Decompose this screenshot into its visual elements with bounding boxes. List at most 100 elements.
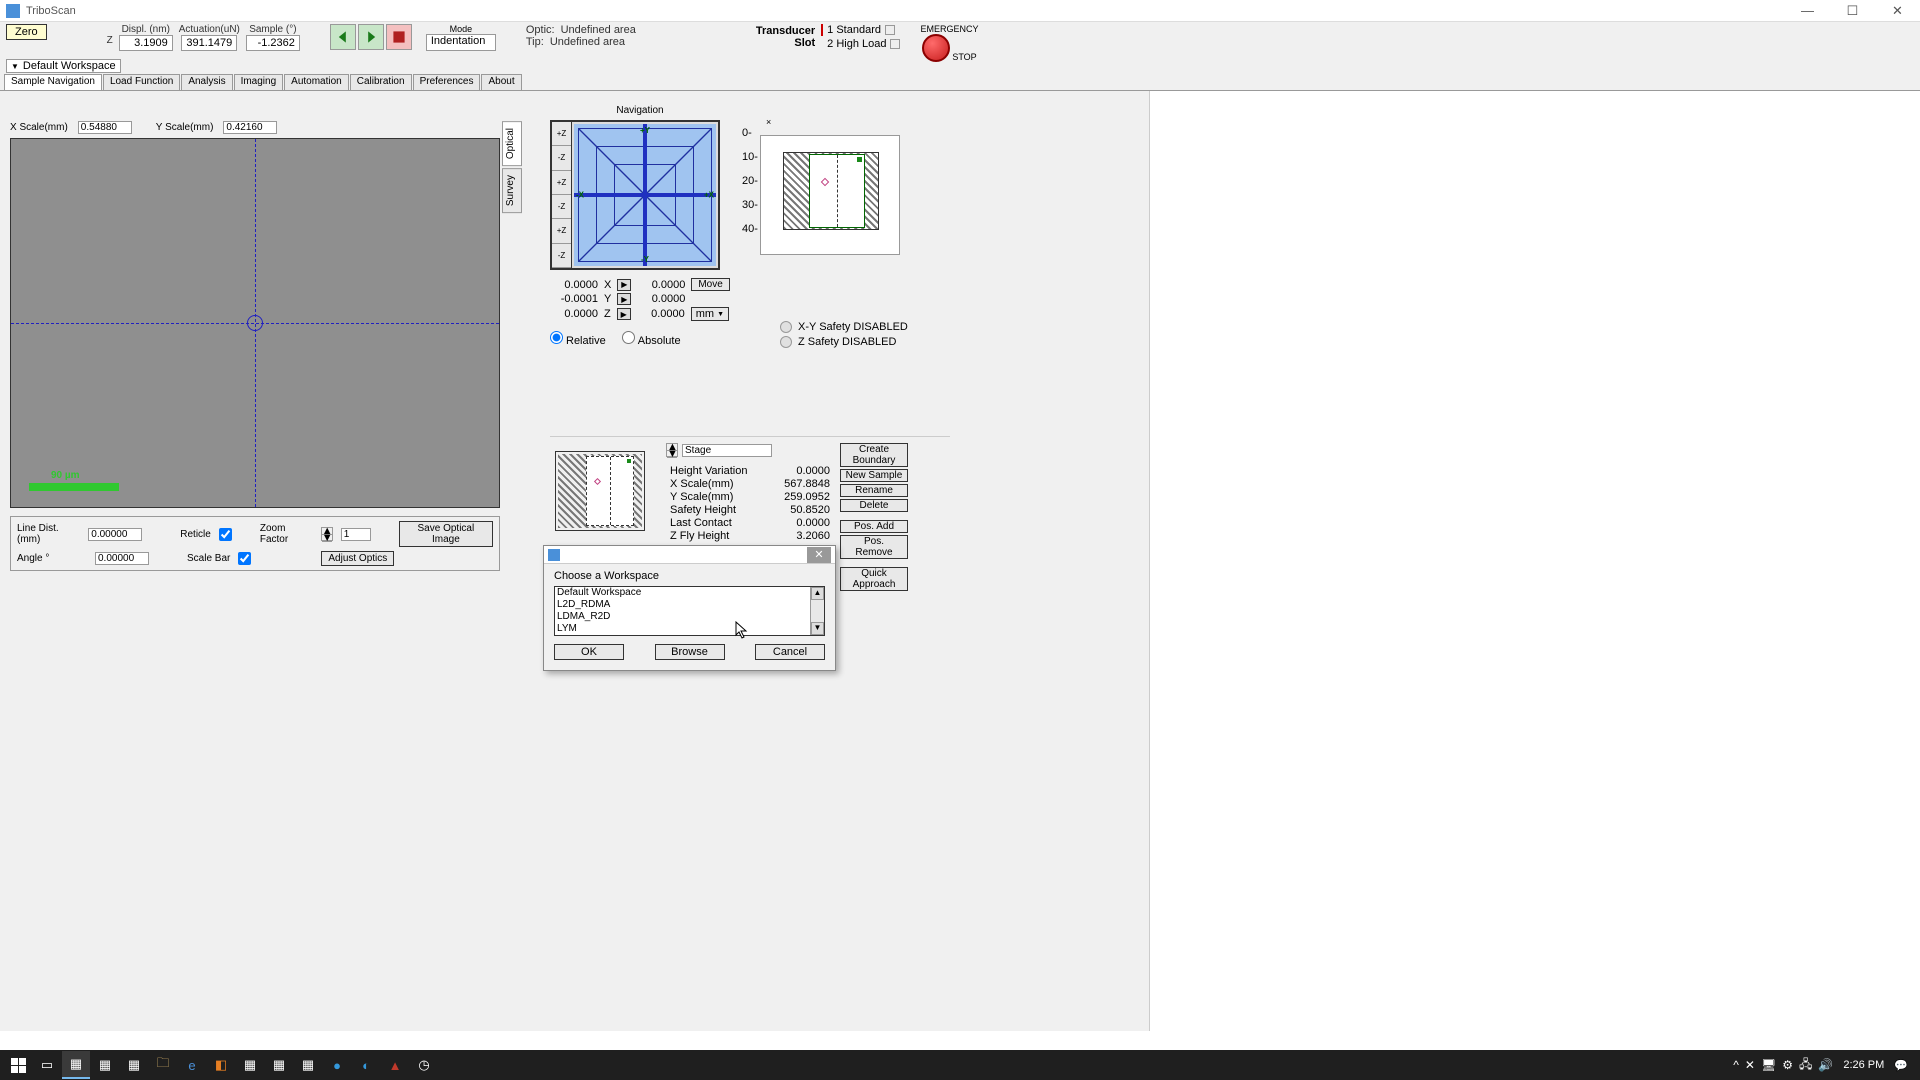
reticle-checkbox[interactable]	[219, 528, 232, 541]
new-sample-button[interactable]: New Sample	[840, 469, 908, 482]
record-button[interactable]	[386, 24, 412, 50]
relative-radio[interactable]: Relative	[550, 331, 606, 347]
taskbar-app[interactable]: ▦	[91, 1051, 119, 1079]
delete-button[interactable]: Delete	[840, 499, 908, 512]
zoom-input[interactable]	[341, 528, 371, 541]
taskbar-app[interactable]: ◷	[410, 1051, 438, 1079]
taskbar-app[interactable]: ◧	[207, 1051, 235, 1079]
arrow-left-icon	[336, 30, 350, 44]
absolute-radio[interactable]: Absolute	[622, 331, 681, 347]
taskbar-clock[interactable]: 2:26 PM	[1843, 1059, 1884, 1071]
angle-input[interactable]	[95, 552, 149, 565]
tab-calibration[interactable]: Calibration	[350, 74, 412, 90]
yscale-value[interactable]: 0.42160	[223, 121, 277, 134]
list-item[interactable]: L2D_RDMA	[555, 599, 824, 611]
scrollbar[interactable]: ▲ ▼	[810, 587, 824, 635]
zero-button[interactable]: Zero	[6, 24, 47, 40]
nav-y-target[interactable]: 0.0000	[637, 293, 685, 305]
z-plus-button[interactable]: +Z	[552, 219, 571, 243]
scalebar-label: 90 µm	[51, 470, 80, 481]
tab-sample-navigation[interactable]: Sample Navigation	[4, 74, 102, 90]
tab-analysis[interactable]: Analysis	[181, 74, 232, 90]
window-minimize-button[interactable]: —	[1785, 0, 1830, 22]
save-optical-image-button[interactable]: Save Optical Image	[399, 521, 493, 547]
tab-about[interactable]: About	[481, 74, 521, 90]
window-maximize-button[interactable]: ☐	[1830, 0, 1875, 22]
system-tray[interactable]: ^ ✕ 🖥 ⚙ 🖧 🔊	[1733, 1055, 1833, 1076]
taskbar-app[interactable]: ▦	[62, 1051, 90, 1079]
x-play-button[interactable]: ▶	[617, 279, 631, 291]
taskbar-app[interactable]: ▦	[236, 1051, 264, 1079]
pos-add-button[interactable]: Pos. Add	[840, 520, 908, 533]
list-item[interactable]: Default Workspace	[555, 587, 824, 599]
edge-button[interactable]: e	[178, 1051, 206, 1079]
taskbar-app[interactable]: ▦	[294, 1051, 322, 1079]
navigation-joystick[interactable]: +Z -Z +Z -Z +Z -Z +Y	[550, 120, 720, 270]
tray-icon[interactable]: ⚙	[1782, 1058, 1793, 1072]
tray-icon[interactable]: 🖥	[1761, 1058, 1776, 1072]
navigation-panel: Navigation +Z -Z +Z -Z +Z -Z	[550, 105, 730, 347]
scroll-up-icon[interactable]: ▲	[811, 587, 824, 600]
notification-icon[interactable]: 💬	[1894, 1059, 1908, 1072]
tab-automation[interactable]: Automation	[284, 74, 349, 90]
move-button[interactable]: Move	[691, 278, 729, 291]
browse-button[interactable]: Browse	[655, 644, 725, 660]
mode-select[interactable]: Indentation	[426, 34, 496, 51]
z-minus-button[interactable]: -Z	[552, 195, 571, 219]
dialog-close-button[interactable]: ✕	[807, 547, 831, 563]
taskbar-app[interactable]: ◐	[352, 1051, 380, 1079]
task-view-button[interactable]: ▭	[33, 1051, 61, 1079]
start-button[interactable]	[4, 1051, 32, 1079]
stage-map[interactable]	[555, 451, 645, 531]
taskbar-app[interactable]: ▦	[265, 1051, 293, 1079]
cancel-button[interactable]: Cancel	[755, 644, 825, 660]
window-close-button[interactable]: ✕	[1875, 0, 1920, 22]
network-icon[interactable]: 🖧	[1799, 1055, 1812, 1076]
z-minus-button[interactable]: -Z	[552, 244, 571, 268]
file-explorer-button[interactable]: 🗀	[149, 1051, 177, 1079]
z-plus-button[interactable]: +Z	[552, 122, 571, 146]
create-boundary-button[interactable]: Create Boundary	[840, 443, 908, 467]
rename-button[interactable]: Rename	[840, 484, 908, 497]
unit-select[interactable]: mm▼	[691, 307, 729, 321]
scalebar-checkbox[interactable]	[238, 552, 251, 565]
ok-button[interactable]: OK	[554, 644, 624, 660]
tab-imaging[interactable]: Imaging	[234, 74, 284, 90]
tab-load-function[interactable]: Load Function	[103, 74, 180, 90]
tray-icon[interactable]: ✕	[1745, 1058, 1755, 1072]
workspace-list[interactable]: Default Workspace L2D_RDMA LDMA_R2D LYM …	[554, 586, 825, 636]
tray-up-icon[interactable]: ^	[1733, 1058, 1739, 1072]
pos-remove-button[interactable]: Pos. Remove	[840, 535, 908, 559]
z-minus-button[interactable]: -Z	[552, 146, 571, 170]
adjust-optics-button[interactable]: Adjust Optics	[321, 551, 394, 566]
line-dist-input[interactable]	[88, 528, 142, 541]
list-item[interactable]: LDMA_R2D	[555, 611, 824, 623]
taskbar-app[interactable]: ▲	[381, 1051, 409, 1079]
taskbar-app[interactable]: ▦	[120, 1051, 148, 1079]
stage-spinner[interactable]: ▲▼	[666, 443, 678, 457]
list-item[interactable]: LYM	[555, 623, 824, 635]
y-play-button[interactable]: ▶	[617, 293, 631, 305]
scroll-down-icon[interactable]: ▼	[811, 622, 824, 635]
xscale-value[interactable]: 0.54880	[78, 121, 132, 134]
workspace-dropdown[interactable]: ▼ Default Workspace	[6, 59, 121, 73]
z-play-button[interactable]: ▶	[617, 308, 631, 320]
taskbar-app[interactable]: ●	[323, 1051, 351, 1079]
tab-preferences[interactable]: Preferences	[413, 74, 481, 90]
nav-x-target[interactable]: 0.0000	[637, 279, 685, 291]
zoom-spinner[interactable]: ▲▼	[321, 527, 333, 541]
back-button[interactable]	[330, 24, 356, 50]
y-minus-label: -Y	[641, 255, 649, 264]
taskbar[interactable]: ▭ ▦ ▦ ▦ 🗀 e ◧ ▦ ▦ ▦ ● ◐ ▲ ◷ ^ ✕ 🖥 ⚙ 🖧 🔊 …	[0, 1050, 1920, 1080]
nav-z-target[interactable]: 0.0000	[637, 308, 685, 320]
play-button[interactable]	[358, 24, 384, 50]
optical-image-view[interactable]: 90 µm	[10, 138, 500, 508]
z-plus-button[interactable]: +Z	[552, 171, 571, 195]
volume-icon[interactable]: 🔊	[1818, 1058, 1833, 1072]
stage-name-input[interactable]	[682, 444, 772, 457]
list-item[interactable]: LYM-20190329	[555, 635, 824, 636]
side-tab-survey[interactable]: Survey	[502, 168, 522, 213]
quick-approach-button[interactable]: Quick Approach	[840, 567, 908, 591]
emergency-stop-button[interactable]	[922, 34, 950, 62]
side-tab-optical[interactable]: Optical	[502, 121, 522, 166]
